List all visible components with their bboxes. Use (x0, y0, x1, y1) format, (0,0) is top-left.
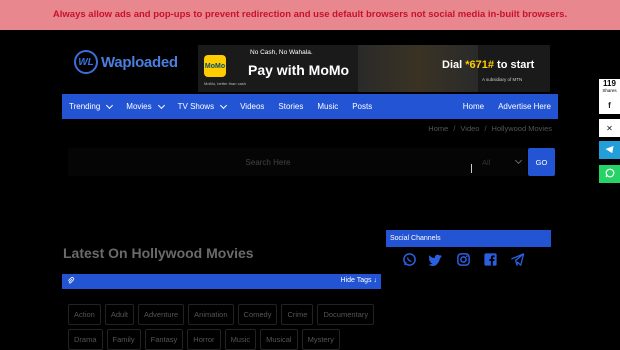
share-x-button[interactable]: ✕ (599, 119, 620, 137)
breadcrumb-current: Hollywood Movies (491, 124, 552, 133)
nav-posts[interactable]: Posts (345, 94, 379, 119)
category-select[interactable]: All (476, 148, 527, 176)
breadcrumb-separator: / (484, 124, 487, 133)
share-count: 119 (603, 79, 616, 88)
momo-logo: MoMo (204, 55, 226, 77)
nav-music[interactable]: Music (310, 94, 345, 119)
tag-adventure[interactable]: Adventure (137, 304, 185, 325)
nav-label: Stories (278, 102, 304, 111)
site-logo[interactable]: WL Waploaded (74, 48, 178, 76)
logo-mark: WL (74, 50, 98, 74)
nav-label: Movies (126, 102, 152, 111)
social-channels-title: Social Channels (386, 230, 551, 247)
search-bar: All (68, 148, 527, 176)
logo-name: Waploaded (101, 53, 178, 71)
dial-prefix: Dial (442, 59, 466, 71)
search-button[interactable]: GO (528, 148, 555, 176)
breadcrumb: Home / Video / Hollywood Movies (428, 124, 552, 133)
warning-banner: Always allow ads and pop-ups to prevent … (0, 0, 620, 30)
nav-trending[interactable]: Trending (62, 94, 119, 119)
ad-tagline: No Cash, No Wahala. (250, 49, 313, 56)
x-icon: ✕ (606, 123, 613, 133)
paperclip-icon (67, 277, 75, 287)
nav-label: Advertise Here (498, 102, 551, 111)
tag-adult[interactable]: Adult (104, 304, 134, 325)
breadcrumb-video[interactable]: Video (460, 124, 479, 133)
nav-label: Videos (240, 102, 265, 111)
dial-suffix: to start (494, 59, 535, 71)
chevron-down-icon (106, 101, 114, 109)
nav-advertise[interactable]: Advertise Here (491, 94, 558, 119)
share-whatsapp-button[interactable] (599, 165, 620, 183)
share-telegram-button[interactable] (599, 141, 620, 159)
nav-home[interactable]: Home (456, 94, 491, 119)
tag-animation[interactable]: Animation (188, 304, 234, 325)
category-value: All (482, 157, 491, 167)
chevron-down-icon (220, 101, 228, 109)
tag-music[interactable]: Music (224, 329, 257, 350)
tag-horror[interactable]: Horror (187, 329, 221, 350)
telegram-icon (605, 145, 614, 156)
tag-documentary[interactable]: Documentary (317, 304, 375, 325)
twitter-icon[interactable] (428, 252, 444, 272)
ad-subsidiary: A subsidiary of MTN (482, 77, 523, 82)
breadcrumb-home[interactable]: Home (428, 124, 448, 133)
nav-label: Trending (69, 102, 101, 111)
nav-label: Home (462, 102, 485, 111)
tag-family[interactable]: Family (106, 329, 141, 350)
nav-label: Music (317, 102, 339, 111)
whatsapp-icon[interactable] (402, 252, 417, 272)
nav-videos[interactable]: Videos (233, 94, 271, 119)
tag-crime[interactable]: Crime (281, 304, 314, 325)
tag-comedy[interactable]: Comedy (237, 304, 278, 325)
main-nav: Trending Movies TV Shows Videos Stories … (62, 94, 558, 119)
share-facebook-button[interactable]: f (599, 96, 620, 114)
section-title: Latest On Hollywood Movies (63, 245, 254, 261)
tag-action[interactable]: Action (68, 304, 101, 325)
text-cursor (471, 164, 472, 173)
tag-musical[interactable]: Musical (260, 329, 298, 350)
nav-movies[interactable]: Movies (119, 94, 170, 119)
tag-drama[interactable]: Drama (68, 329, 103, 350)
ad-dial: Dial *671# to start (442, 59, 534, 71)
nav-label: TV Shows (177, 102, 215, 111)
tag-list: Action Adult Adventure Animation Comedy … (68, 304, 378, 350)
hide-tags-button[interactable]: Hide Tags ↓ (341, 277, 377, 284)
ad-headline: Pay with MoMo (248, 62, 350, 78)
dial-code: *671# (465, 59, 494, 71)
ad-banner[interactable]: MoMo MoMo, better than cash No Cash, No … (198, 45, 550, 92)
social-icons (402, 252, 525, 272)
share-counter: 119 Shares (599, 79, 620, 97)
facebook-icon: f (608, 100, 611, 110)
search-input[interactable] (68, 148, 468, 176)
breadcrumb-separator: / (453, 124, 456, 133)
nav-label: Posts (352, 102, 373, 111)
nav-stories[interactable]: Stories (271, 94, 310, 119)
nav-tv-shows[interactable]: TV Shows (171, 94, 233, 119)
tag-mystery[interactable]: Mystery (301, 329, 340, 350)
telegram-icon[interactable] (510, 252, 525, 272)
ad-subline: MoMo, better than cash (204, 81, 247, 86)
chevron-down-icon (514, 156, 523, 165)
share-label: Shares (602, 88, 617, 93)
tag-fantasy[interactable]: Fantasy (144, 329, 184, 350)
instagram-icon[interactable] (456, 252, 471, 272)
chevron-down-icon (157, 101, 165, 109)
whatsapp-icon (605, 168, 615, 180)
tags-bar: Hide Tags ↓ (62, 274, 381, 289)
facebook-icon[interactable] (483, 252, 498, 272)
